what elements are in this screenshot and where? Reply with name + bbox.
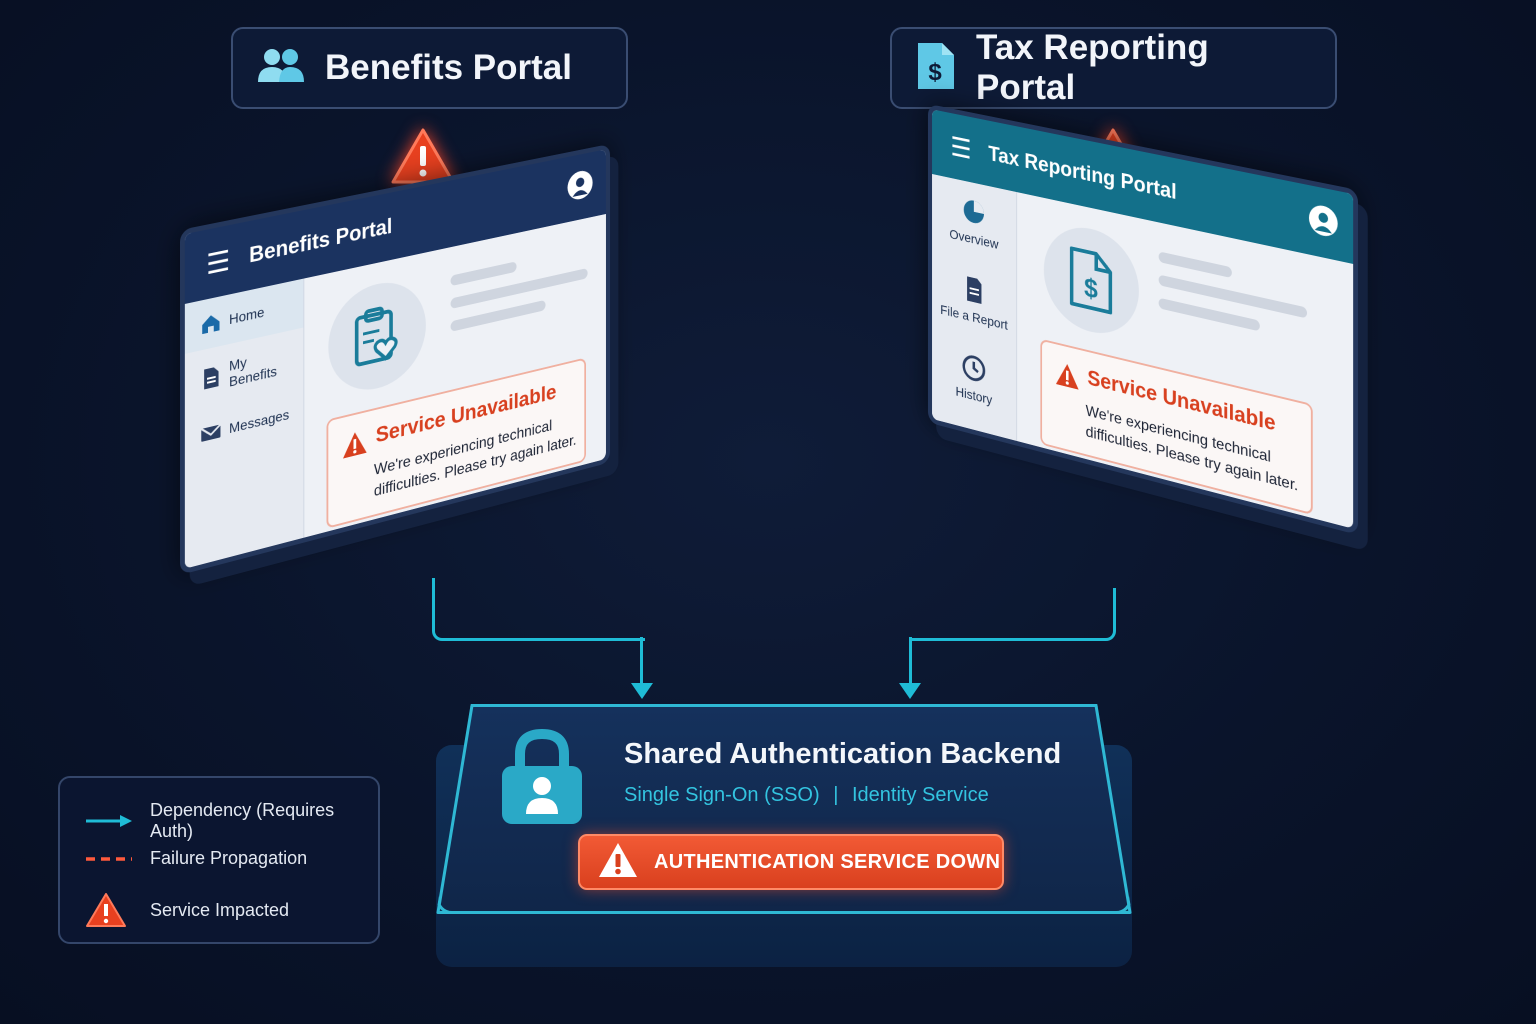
warning-icon — [1054, 359, 1080, 397]
tax-portal-title: Tax Reporting Portal — [976, 28, 1209, 107]
authentication-down-status-badge: AUTHENTICATION SERVICE DOWN — [578, 834, 1004, 890]
sidebar-item-label: File a Report — [940, 301, 1008, 333]
sidebar-item-label: Home — [229, 303, 265, 328]
svg-text:$: $ — [1084, 272, 1098, 305]
hamburger-menu-icon[interactable]: ☰ — [950, 130, 971, 165]
legend-label: Service Impacted — [150, 899, 290, 920]
document-icon — [961, 273, 986, 307]
benefits-dependency-arrowhead — [631, 683, 653, 699]
solid-arrow-icon — [84, 813, 134, 829]
sidebar-item-label: Messages — [229, 406, 290, 437]
tax-document-icon: $ — [914, 41, 958, 96]
warning-triangle-icon — [84, 892, 134, 928]
legend-item-failure: Failure Propagation — [84, 848, 307, 869]
users-icon — [255, 46, 307, 91]
envelope-icon — [200, 419, 221, 446]
dashed-line-icon — [84, 851, 134, 867]
tax-sidebar: Overview File a Report History — [932, 173, 1018, 442]
backend-title: Shared Authentication Backend — [624, 738, 1062, 770]
warning-icon — [596, 840, 640, 885]
pie-chart-icon — [961, 195, 986, 228]
legend-label: Dependency (Requires Auth) — [150, 800, 335, 841]
separator: | — [833, 784, 839, 806]
benefits-portal-title: Benefits Portal — [325, 48, 572, 87]
benefits-dependency-connector — [432, 578, 645, 641]
backend-subtitle: Single Sign-On (SSO) | Identity Service — [624, 784, 989, 807]
legend-item-impacted: Service Impacted — [84, 892, 289, 928]
benefits-portal-label: Benefits Portal — [231, 27, 628, 109]
lock-user-icon — [496, 728, 588, 833]
tax-portal-label: $ Tax Reporting Portal — [890, 27, 1337, 109]
benefits-dependency-connector-down — [640, 637, 643, 685]
tax-dependency-connector-down — [909, 637, 912, 685]
document-icon — [200, 365, 221, 392]
status-text: AUTHENTICATION SERVICE DOWN — [654, 850, 1001, 873]
placeholder-line — [1158, 251, 1232, 279]
legend-item-dependency: Dependency (Requires Auth) — [84, 800, 378, 842]
legend-label: Failure Propagation — [150, 848, 308, 868]
warning-icon — [341, 427, 368, 466]
sidebar-item-label: My Benefits — [229, 353, 277, 390]
service-unavailable-alert: Service Unavailable We're experiencing t… — [1040, 338, 1313, 516]
placeholder-line — [450, 261, 517, 287]
sidebar-item-label: Overview — [949, 225, 999, 252]
hamburger-menu-icon[interactable]: ☰ — [206, 243, 230, 281]
identity-service-label: Identity Service — [851, 784, 989, 806]
tax-document-icon: $ — [1043, 218, 1139, 344]
legend: Dependency (Requires Auth) Failure Propa… — [58, 776, 380, 944]
tax-dependency-arrowhead — [899, 683, 921, 699]
benefits-sidebar: Home My Benefits Messages — [184, 278, 305, 569]
user-avatar-icon[interactable] — [567, 168, 593, 202]
benefits-portal-window: ☰ Benefits Portal Home My Benefits Messa… — [180, 143, 611, 575]
svg-text:$: $ — [928, 59, 942, 86]
tax-portal-window: ☰ Tax Reporting Portal Overview File a R… — [927, 103, 1358, 535]
benefits-panel-title: Benefits Portal — [249, 213, 393, 268]
tax-dependency-connector — [909, 588, 1116, 641]
clock-icon — [961, 351, 986, 385]
sso-label: Single Sign-On (SSO) — [624, 784, 820, 806]
clipboard-heart-icon — [328, 273, 426, 400]
sidebar-item-label: History — [955, 383, 993, 408]
user-avatar-icon[interactable] — [1308, 202, 1338, 239]
home-icon — [200, 310, 221, 336]
